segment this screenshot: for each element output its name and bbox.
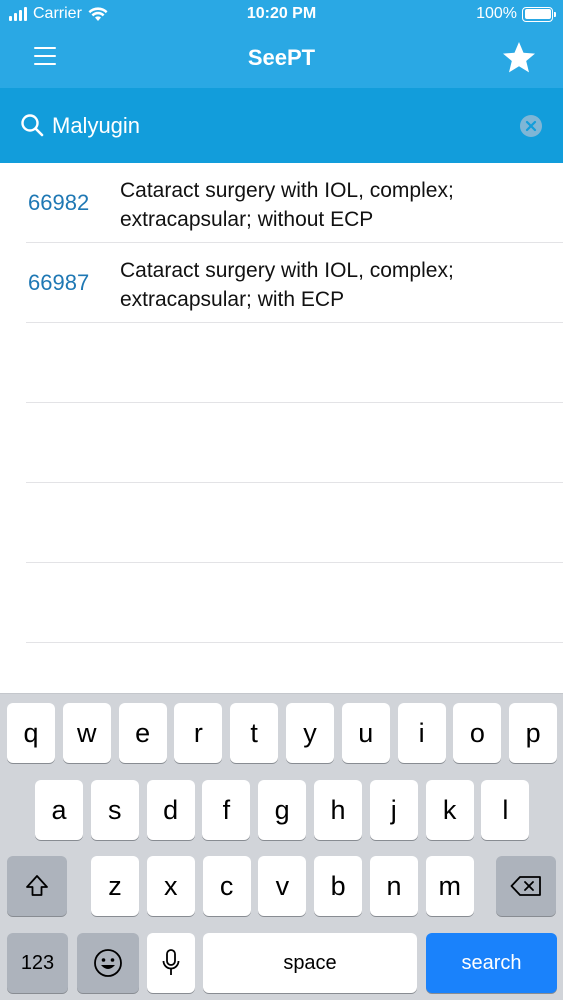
shift-arrow-icon <box>26 875 48 896</box>
key-l[interactable]: l <box>481 780 530 840</box>
search-input[interactable] <box>52 108 502 144</box>
key-q[interactable]: q <box>7 703 55 763</box>
microphone-icon <box>162 949 180 975</box>
key-t[interactable]: t <box>230 703 279 763</box>
magnifier-icon <box>21 114 44 137</box>
search-key[interactable]: search <box>426 933 557 993</box>
key-p[interactable]: p <box>509 703 558 763</box>
status-right: 100% <box>476 5 556 23</box>
search-bar <box>0 88 563 163</box>
results-list: 66982 Cataract surgery with IOL, complex… <box>0 163 563 643</box>
empty-row <box>26 483 563 563</box>
key-v[interactable]: v <box>258 856 307 916</box>
key-e[interactable]: e <box>118 703 167 763</box>
key-w[interactable]: w <box>62 703 111 763</box>
battery-percentage: 100% <box>476 5 517 22</box>
empty-row <box>26 323 563 403</box>
status-bar: Carrier 10:20 PM 100% <box>0 0 563 30</box>
key-s[interactable]: s <box>90 780 139 840</box>
dictation-key[interactable] <box>147 933 195 993</box>
key-d[interactable]: d <box>146 780 195 840</box>
emoji-icon <box>94 949 122 977</box>
key-x[interactable]: x <box>146 856 195 916</box>
navigation-bar: SeePT <box>0 30 563 88</box>
backspace-icon <box>510 876 541 896</box>
app-title: SeePT <box>247 45 316 70</box>
key-i[interactable]: i <box>397 703 446 763</box>
clear-search-button[interactable] <box>520 115 542 137</box>
star-icon <box>503 42 535 73</box>
key-b[interactable]: b <box>314 856 363 916</box>
favorites-button[interactable] <box>501 40 537 76</box>
key-n[interactable]: n <box>370 856 418 916</box>
key-u[interactable]: u <box>341 703 390 763</box>
key-a[interactable]: a <box>35 780 83 840</box>
result-row[interactable]: 66982 Cataract surgery with IOL, complex… <box>26 163 563 243</box>
procedure-code: 66987 <box>28 270 90 295</box>
key-k[interactable]: k <box>425 780 474 840</box>
battery-icon <box>522 6 556 22</box>
result-row[interactable]: 66987 Cataract surgery with IOL, complex… <box>26 243 563 323</box>
key-j[interactable]: j <box>369 780 418 840</box>
procedure-description: Cataract surgery with IOL, complex; extr… <box>120 259 454 311</box>
battery-fill <box>524 9 551 19</box>
key-f[interactable]: f <box>202 780 251 840</box>
space-key[interactable]: space <box>203 933 417 993</box>
empty-row <box>26 563 563 643</box>
key-o[interactable]: o <box>453 703 502 763</box>
procedure-code: 66982 <box>28 190 90 215</box>
empty-row <box>26 403 563 483</box>
key-g[interactable]: g <box>258 780 307 840</box>
shift-key[interactable] <box>7 856 67 916</box>
emoji-key[interactable] <box>77 933 139 993</box>
numbers-key[interactable]: 123 <box>7 933 68 993</box>
key-z[interactable]: z <box>91 856 139 916</box>
keyboard: 123 space search qwertyuiop asdfghjkl zxcv… <box>0 693 563 1000</box>
clear-circle-icon <box>520 115 542 137</box>
key-r[interactable]: r <box>174 703 223 763</box>
key-y[interactable]: y <box>286 703 334 763</box>
key-h[interactable]: h <box>314 780 362 840</box>
delete-key[interactable] <box>496 856 556 916</box>
key-c[interactable]: c <box>202 856 251 916</box>
key-m[interactable]: m <box>425 856 474 916</box>
procedure-description: Cataract surgery with IOL, complex; extr… <box>120 179 454 231</box>
